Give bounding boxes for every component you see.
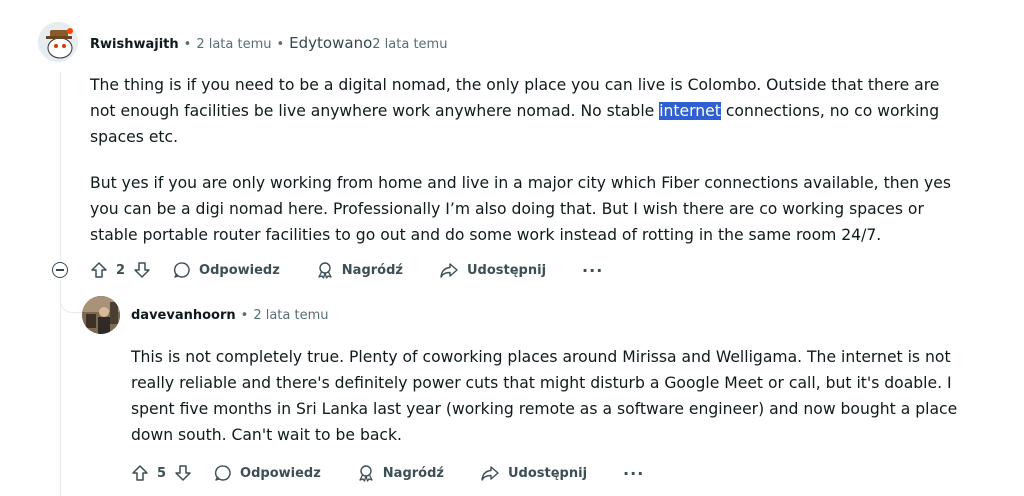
upvote-icon xyxy=(132,465,148,481)
comment-meta: davevanhoorn • 2 lata temu xyxy=(131,308,329,323)
comment-icon xyxy=(174,262,190,278)
avatar[interactable] xyxy=(82,296,120,334)
share-label: Udostępnij xyxy=(507,465,588,481)
reply-label: Odpowiedz xyxy=(199,262,280,278)
upvote-button[interactable] xyxy=(131,464,149,482)
share-label: Udostępnij xyxy=(466,262,547,278)
downvote-button[interactable] xyxy=(174,464,192,482)
more-icon: ··· xyxy=(582,260,604,280)
author-name[interactable]: davevanhoorn xyxy=(131,308,236,323)
comment-paragraph: But yes if you are only working from hom… xyxy=(90,174,951,244)
reply-button[interactable]: Odpowiedz xyxy=(214,464,321,482)
award-icon xyxy=(318,262,332,279)
comment-body: This is not completely true. Plenty of c… xyxy=(131,344,961,468)
more-options-button[interactable]: ··· xyxy=(582,261,603,280)
timestamp[interactable]: 2 lata temu xyxy=(196,37,271,52)
downvote-button[interactable] xyxy=(133,261,151,279)
more-options-button[interactable]: ··· xyxy=(623,464,644,483)
more-icon: ··· xyxy=(623,463,645,483)
comment-actions: 5 Odpowiedz Nagródź Udostępnij ··· xyxy=(131,457,644,489)
award-button[interactable]: Nagródź xyxy=(316,261,403,279)
award-icon xyxy=(359,465,373,482)
timestamp[interactable]: 2 lata temu xyxy=(253,308,328,323)
comment-paragraph: The thing is if you need to be a digital… xyxy=(90,76,940,146)
vote-count: 5 xyxy=(157,465,167,481)
share-icon xyxy=(481,466,499,481)
share-button[interactable]: Udostępnij xyxy=(480,464,587,482)
comment-body: The thing is if you need to be a digital… xyxy=(90,72,960,268)
award-button[interactable]: Nagródź xyxy=(357,464,444,482)
edited-label: Edytowano xyxy=(289,34,373,52)
comment-icon xyxy=(215,465,231,481)
author-name[interactable]: Rwishwajith xyxy=(90,37,179,52)
share-icon xyxy=(440,263,458,278)
highlighted-text: internet xyxy=(659,102,721,120)
vote-count: 2 xyxy=(116,262,126,278)
comment-actions: 2 Odpowiedz Nagródź Udostępnij ··· xyxy=(90,254,603,286)
downvote-icon xyxy=(175,465,191,481)
separator-dot: • xyxy=(183,37,192,52)
separator-dot: • xyxy=(276,37,285,52)
upvote-icon xyxy=(91,262,107,278)
thread-line-child xyxy=(60,280,61,496)
award-label: Nagródź xyxy=(382,465,444,481)
comment-paragraph: This is not completely true. Plenty of c… xyxy=(131,348,958,444)
upvote-button[interactable] xyxy=(90,261,108,279)
collapse-thread-button[interactable] xyxy=(52,262,68,278)
edited-timestamp: 2 lata temu xyxy=(372,37,448,52)
comment-meta: Rwishwajith • 2 lata temu • Edytowano 2 … xyxy=(90,34,447,52)
downvote-icon xyxy=(134,262,150,278)
reply-button[interactable]: Odpowiedz xyxy=(173,261,280,279)
thread-line-main xyxy=(60,72,61,260)
share-button[interactable]: Udostępnij xyxy=(439,261,546,279)
separator-dot: • xyxy=(240,308,249,323)
user-photo-icon xyxy=(82,296,120,334)
award-label: Nagródź xyxy=(341,262,403,278)
snoo-avatar-icon xyxy=(38,22,78,62)
avatar[interactable] xyxy=(38,22,78,62)
thread-branch xyxy=(60,292,83,313)
reply-label: Odpowiedz xyxy=(240,465,321,481)
